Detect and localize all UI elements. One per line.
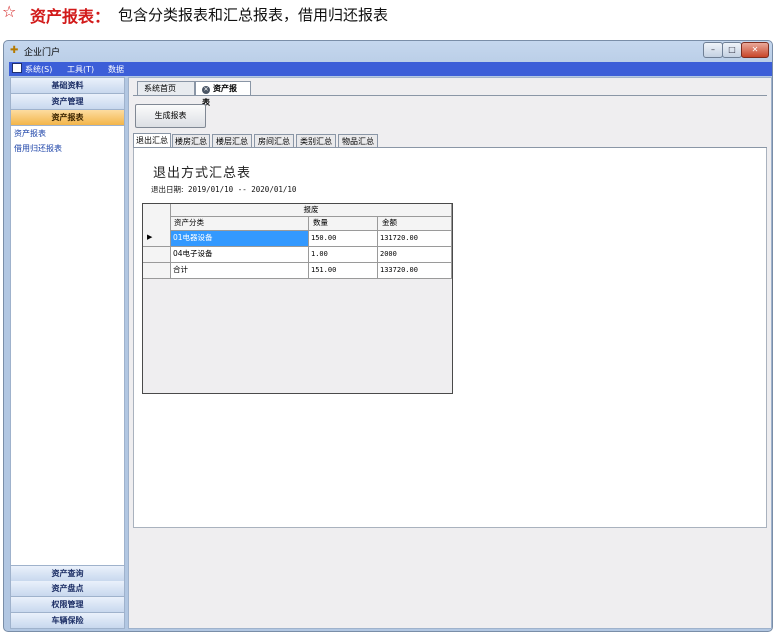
table-cell-category[interactable]: 01电器设备 <box>171 231 309 247</box>
grid-corner <box>143 204 171 232</box>
menu-data[interactable]: 数据 <box>108 64 124 75</box>
table-cell-category[interactable]: 04电子设备 <box>171 247 309 263</box>
current-row-indicator-icon: ▶ <box>147 233 153 241</box>
row-header[interactable] <box>143 247 171 263</box>
caption-heading: 资产报表： <box>30 7 111 26</box>
column-header-quantity[interactable]: 数量 <box>309 217 378 231</box>
tab-asset-report[interactable]: ✕ 资产报表 <box>195 81 251 107</box>
nav-section-asset-query[interactable]: 资产查询 <box>11 565 124 582</box>
subtab-floor-summary[interactable]: 楼层汇总 <box>212 134 252 147</box>
nav-section-asset-inventory[interactable]: 资产盘点 <box>11 581 124 597</box>
table-cell-quantity[interactable]: 151.00 <box>309 263 378 279</box>
app-icon: ✚ <box>10 45 19 56</box>
table-cell-amount[interactable]: 2000 <box>378 247 452 263</box>
close-button[interactable]: ✕ <box>741 42 769 58</box>
table-cell-category[interactable]: 合计 <box>171 263 309 279</box>
caption: ☆ 资产报表： 包含分类报表和汇总报表，借用归还报表 <box>0 0 778 28</box>
menu-tools[interactable]: 工具(T) <box>67 64 94 75</box>
nav-link-borrow-return-report[interactable]: 借用归还报表 <box>14 143 62 154</box>
report-grid: 报废 资产分类 数量 金额 ▶ 01电器设备 150.00 131720.00 … <box>142 203 453 394</box>
report-panel: 退出方式汇总表 退出日期: 2019/01/10 -- 2020/01/10 报… <box>133 148 767 528</box>
column-header-category[interactable]: 资产分类 <box>171 217 309 231</box>
row-header[interactable] <box>143 263 171 279</box>
table-cell-quantity[interactable]: 150.00 <box>309 231 378 247</box>
date-range: 退出日期: 2019/01/10 -- 2020/01/10 <box>151 184 296 195</box>
row-header[interactable]: ▶ <box>143 231 171 247</box>
title-bar: ✚ 企业门户 – □ ✕ <box>4 41 772 61</box>
system-menu-icon <box>12 63 22 73</box>
content-area: 系统首页 ✕ 资产报表 生成报表 退出汇总 楼房汇总 楼层汇总 房间汇总 类别汇总… <box>128 77 772 629</box>
nav-section-vehicle-insurance[interactable]: 车辆保险 <box>11 613 124 629</box>
tab-divider <box>133 95 767 96</box>
caption-description: 包含分类报表和汇总报表，借用归还报表 <box>118 6 389 24</box>
menu-system[interactable]: 系统(S) <box>25 64 52 75</box>
subtab-room-summary[interactable]: 房间汇总 <box>254 134 294 147</box>
nav-section-basic-data[interactable]: 基础资料 <box>11 78 124 94</box>
nav-section-permission[interactable]: 权限管理 <box>11 597 124 613</box>
maximize-button[interactable]: □ <box>722 42 742 58</box>
date-separator: -- <box>237 185 247 194</box>
subtab-category-summary[interactable]: 类别汇总 <box>296 134 336 147</box>
nav-section-asset-report[interactable]: 资产报表 <box>11 110 124 126</box>
group-header: 报废 <box>171 204 452 217</box>
minimize-button[interactable]: – <box>703 42 723 58</box>
nav-link-asset-report[interactable]: 资产报表 <box>14 128 46 139</box>
date-label: 退出日期: <box>151 185 184 194</box>
date-from: 2019/01/10 <box>188 185 234 194</box>
subtab-building-summary[interactable]: 楼房汇总 <box>172 134 210 147</box>
subtab-exit-summary[interactable]: 退出汇总 <box>133 133 171 147</box>
close-tab-icon[interactable]: ✕ <box>202 86 210 94</box>
menu-bar: 系统(S) 工具(T) 数据 <box>9 62 772 76</box>
window-title: 企业门户 <box>24 48 61 58</box>
column-header-amount[interactable]: 金额 <box>378 217 452 231</box>
table-cell-amount[interactable]: 131720.00 <box>378 231 452 247</box>
subtab-item-summary[interactable]: 物品汇总 <box>338 134 378 147</box>
nav-section-asset-management[interactable]: 资产管理 <box>11 94 124 110</box>
star-icon: ☆ <box>2 2 17 21</box>
date-to: 2020/01/10 <box>251 185 297 194</box>
left-navigation: 基础资料 资产管理 资产报表 资产报表 借用归还报表 资产查询 资产盘点 权限管… <box>10 77 125 629</box>
report-title: 退出方式汇总表 <box>153 166 252 181</box>
table-cell-amount[interactable]: 133720.00 <box>378 263 452 279</box>
table-cell-quantity[interactable]: 1.00 <box>309 247 378 263</box>
app-window: ✚ 企业门户 – □ ✕ 系统(S) 工具(T) 数据 基础资料 资产管理 资产… <box>3 40 773 632</box>
generate-report-button[interactable]: 生成报表 <box>135 104 206 128</box>
tab-home[interactable]: 系统首页 <box>137 81 195 95</box>
